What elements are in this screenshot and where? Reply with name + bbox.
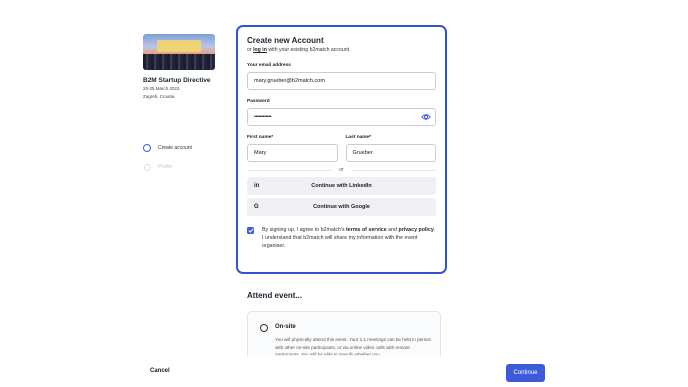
registration-steps: Create account Profile	[143, 143, 192, 181]
create-account-card: Create new Account or log in with your e…	[236, 25, 447, 274]
terms-text-part: By signing up, I agree to b2match's	[262, 227, 347, 233]
subtitle-text: with your existing b2match account	[266, 47, 350, 53]
email-value: mary.grueber@b2match.com	[254, 78, 325, 84]
step-inactive-circle-icon	[144, 163, 151, 171]
divider-line	[350, 169, 437, 171]
eye-icon[interactable]	[421, 113, 431, 123]
cancel-button[interactable]: Cancel	[150, 368, 170, 374]
privacy-policy-link[interactable]: privacy policy	[398, 227, 433, 233]
event-image	[143, 34, 215, 70]
google-button[interactable]: G Continue with Google	[247, 198, 436, 216]
email-label: Your email address	[247, 63, 291, 68]
event-image-stage	[157, 40, 201, 52]
check-icon	[247, 228, 254, 233]
last-name-field[interactable]: Grueber	[345, 144, 436, 162]
last-name-label: Last name*	[345, 135, 372, 140]
google-icon: G	[254, 204, 259, 210]
linkedin-icon: in	[254, 183, 260, 189]
password-label: Password	[247, 99, 270, 104]
google-label: Continue with Google	[313, 204, 370, 210]
event-name: B2M Startup Directive	[143, 77, 211, 84]
event-dates: 20-25 March 2023	[143, 86, 180, 91]
step-profile: Profile	[143, 162, 192, 172]
divider-line	[247, 169, 333, 171]
linkedin-button[interactable]: in Continue with LinkedIn	[247, 177, 436, 195]
form-subtitle: or log in with your existing b2match acc…	[247, 47, 436, 53]
onsite-title: On-site	[275, 324, 296, 330]
event-image-crowd	[143, 54, 215, 70]
event-location: Zagreb, Croatia	[143, 94, 175, 99]
terms-of-service-link[interactable]: terms of service	[346, 227, 387, 233]
terms-text-part: and	[386, 227, 399, 233]
terms-text: By signing up, I agree to b2match's term…	[262, 226, 436, 250]
or-divider: or	[247, 167, 437, 173]
first-name-label: First name*	[247, 135, 274, 140]
first-name-field[interactable]: Mary	[247, 144, 338, 162]
step-label: Profile	[158, 164, 173, 170]
password-value: ••••••••••••	[254, 114, 272, 120]
terms-row: By signing up, I agree to b2match's term…	[247, 226, 436, 250]
onsite-radio[interactable]	[260, 324, 268, 332]
last-name-value: Grueber	[352, 150, 373, 156]
step-create-account: Create account	[143, 143, 192, 153]
step-label: Create account	[158, 145, 192, 151]
continue-button[interactable]: Continue	[506, 364, 545, 382]
login-link[interactable]: log in	[253, 47, 267, 53]
step-active-circle-icon	[143, 144, 151, 152]
or-text: or	[339, 167, 344, 173]
terms-checkbox[interactable]	[247, 227, 254, 234]
attend-heading: Attend event...	[247, 291, 303, 300]
first-name-value: Mary	[254, 150, 267, 156]
linkedin-label: Continue with LinkedIn	[311, 183, 372, 189]
form-title: Create new Account	[247, 36, 324, 45]
event-summary: B2M Startup Directive 20-25 March 2023 Z…	[143, 34, 223, 100]
footer-bar	[0, 355, 688, 387]
email-field[interactable]: mary.grueber@b2match.com	[247, 72, 436, 90]
password-field[interactable]: ••••••••••••	[247, 108, 436, 126]
